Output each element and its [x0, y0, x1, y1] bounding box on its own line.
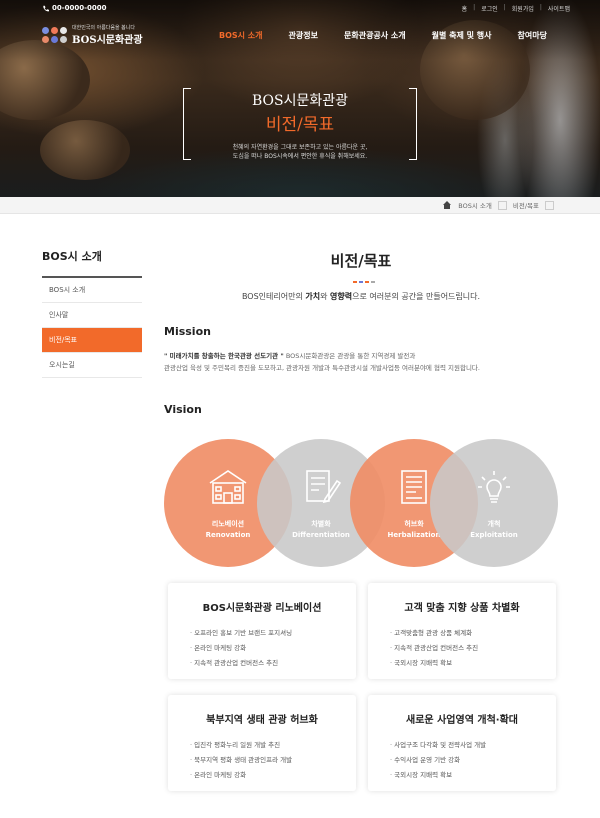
card-item: 지속적 관광산업 컨버전스 추진: [190, 656, 356, 671]
building-icon: [209, 470, 247, 504]
nav-item-corp-intro[interactable]: 문화관광공사 소개: [338, 30, 412, 41]
lightbulb-icon: [478, 471, 510, 503]
sidebar-item-vision[interactable]: 비전/목표: [42, 328, 142, 353]
util-link-login[interactable]: 로그인: [481, 4, 498, 13]
utility-links: 홈 | 로그인 | 회원가입 | 사이트맵: [461, 4, 570, 13]
page-title: 비전/목표: [330, 252, 392, 270]
nav-item-festivals[interactable]: 월별 축제 및 행사: [426, 30, 498, 41]
breadcrumb: BOS시 소개 비전/목표: [442, 200, 554, 210]
card-item: 사업구조 다각화 및 전략사업 개발: [390, 738, 556, 753]
card-title: BOS시문화관광 리노베이션: [202, 603, 322, 614]
vision-label-en: Exploitation: [470, 531, 518, 539]
breadcrumb-item[interactable]: BOS시 소개: [458, 200, 492, 210]
card-item: 온라인 마케팅 강화: [190, 641, 356, 656]
hero-rock: [40, 120, 130, 180]
card-item: 국외시장 지배력 확보: [390, 656, 556, 671]
hero-subtitle: 비전/목표: [265, 115, 335, 135]
vision-circle-exploitation: 개척 Exploitation: [430, 439, 558, 567]
hero-description: 천혜의 자연환경을 그대로 보존하고 있는 아름다운 곳, 도심을 떠나 BOS…: [190, 143, 410, 161]
nav-item-community[interactable]: 참여마당: [512, 30, 553, 41]
mission-text: " 미래가치를 창출하는 한국관광 선도기관 " BOS시문화관광은 관광을 통…: [164, 352, 480, 372]
nav-item-about[interactable]: BOS시 소개: [213, 30, 269, 41]
site-logo[interactable]: 대한민국의 아름다움을 봅니다 BOS시문화관광: [42, 24, 143, 46]
vision-label-en: Differentiation: [292, 531, 350, 539]
vision-label-en: Renovation: [205, 531, 251, 539]
vision-card-expansion: 새로운 사업영역 개척·확대 사업구조 다각화 및 전략사업 개발 수익사업 운…: [368, 695, 556, 791]
vision-label-ko: 차별화: [311, 520, 331, 528]
card-item: 북부지역 평화 생태 관광인프라 개발: [190, 753, 356, 768]
home-icon[interactable]: [442, 200, 452, 210]
hero-desc-line: 도심을 떠나 BOS시속에서 편안한 휴식을 취해보세요.: [232, 153, 368, 160]
vision-heading: Vision: [164, 403, 202, 416]
card-item: 수익사업 운영 기반 강화: [390, 753, 556, 768]
nav-item-tour-info[interactable]: 관광정보: [283, 30, 324, 41]
sidebar-title: BOS시 소개: [42, 248, 142, 278]
vision-label-ko: 리노베이션: [211, 520, 245, 528]
vision-card-hub: 북부지역 생태 관광 허브화 입진각 평화누리 일원 개발 추진 북부지역 평화…: [168, 695, 356, 791]
card-item: 온라인 마케팅 강화: [190, 768, 356, 783]
util-link-sitemap[interactable]: 사이트맵: [548, 4, 570, 13]
util-link-home[interactable]: 홈: [462, 4, 468, 13]
phone-number: 00-0000-0000: [42, 4, 107, 12]
breadcrumb-bar: BOS시 소개 비전/목표: [0, 197, 600, 214]
vision-card-renovation: BOS시문화관광 리노베이션 오프라인 홍보 기반 브랜드 포지셔닝 온라인 마…: [168, 583, 356, 679]
logo-name: BOS시문화관광: [72, 35, 143, 46]
mission-heading: Mission: [164, 325, 211, 338]
card-item: 지속적 관광산업 컨버전스 추진: [390, 641, 556, 656]
card-title: 고객 맞춤 지향 상품 차별화: [404, 603, 520, 614]
vision-circles: 리노베이션 Renovation 차별화 Differentiation 허브화…: [164, 439, 558, 567]
hero-desc-line: 천혜의 자연환경을 그대로 보존하고 있는 아름다운 곳,: [232, 144, 368, 151]
vision-card-differentiation: 고객 맞춤 지향 상품 차별화 고객맞춤형 관광 상품 체계화 지속적 관광산업…: [368, 583, 556, 679]
sidebar-item-directions[interactable]: 오시는길: [42, 353, 142, 378]
lead-text: BOS인테리어만의 가치와 영향력으로 여러분의 공간을 만들어드립니다.: [241, 292, 481, 301]
phone-text: 00-0000-0000: [52, 4, 107, 12]
sidebar-item-greeting[interactable]: 인사말: [42, 303, 142, 328]
document-pen-icon: [306, 470, 342, 504]
hero-banner: 00-0000-0000 홈 | 로그인 | 회원가입 | 사이트맵 대한민국의 아름…: [0, 0, 600, 197]
card-item: 고객맞춤형 관광 상품 체계화: [390, 626, 556, 641]
dropdown-box-icon[interactable]: [545, 200, 554, 210]
card-item: 국외시장 지배력 확보: [390, 768, 556, 783]
dropdown-box-icon[interactable]: [497, 200, 507, 210]
top-utility-bar: 00-0000-0000 홈 | 로그인 | 회원가입 | 사이트맵: [0, 0, 600, 18]
hero-title: BOS시문화관광: [251, 93, 349, 109]
vision-label-ko: 허브화: [404, 520, 424, 528]
card-item: 입진각 평화누리 일원 개발 추진: [190, 738, 356, 753]
sidebar-item-about[interactable]: BOS시 소개: [42, 278, 142, 303]
vision-label-en: Herbalization: [387, 531, 441, 539]
card-title: 새로운 사업영역 개척·확대: [406, 715, 518, 726]
title-decor-dots: [353, 281, 375, 283]
phone-icon: [43, 5, 49, 11]
card-item: 오프라인 홍보 기반 브랜드 포지셔닝: [190, 626, 356, 641]
sidebar: BOS시 소개 BOS시 소개 인사말 비전/목표 오시는길: [42, 248, 142, 378]
main-nav: BOS시 소개 관광정보 문화관광공사 소개 월별 축제 및 행사 참여마당: [213, 30, 553, 41]
util-link-join[interactable]: 회원가입: [512, 4, 534, 13]
card-title: 북부지역 생태 관광 허브화: [206, 715, 318, 726]
logo-tagline: 대한민국의 아름다움을 봅니다: [72, 25, 135, 31]
vision-label-ko: 개척: [487, 520, 501, 528]
breadcrumb-item[interactable]: 비전/목표: [513, 200, 539, 210]
logo-dots: [42, 27, 67, 43]
